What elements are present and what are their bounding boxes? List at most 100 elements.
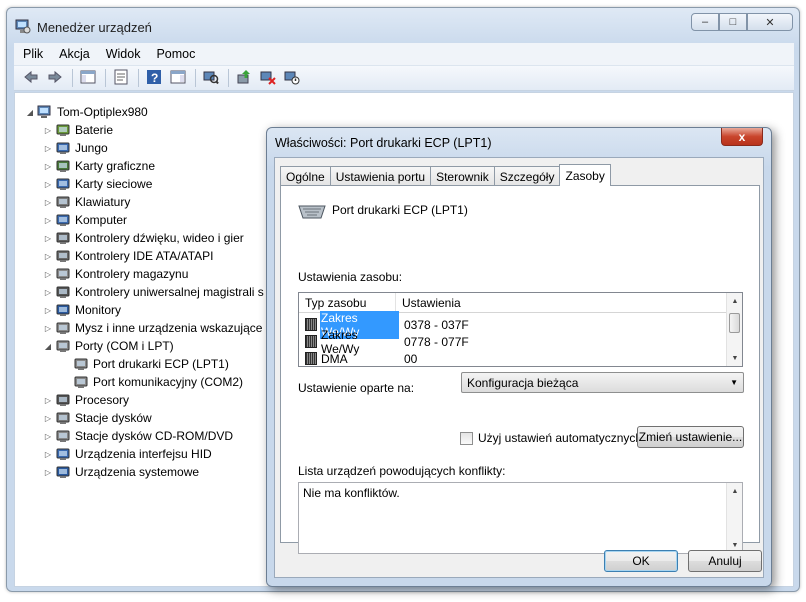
disk-drive-icon — [55, 410, 71, 426]
update-driver-button[interactable] — [233, 68, 255, 88]
menu-pomoc[interactable]: Pomoc — [147, 47, 202, 61]
expand-arrow-icon[interactable]: ▷ — [43, 162, 53, 171]
tab-sterownik[interactable]: Sterownik — [430, 166, 495, 186]
tree-item[interactable]: ▷ Urządzenia systemowe — [43, 463, 199, 481]
tree-item[interactable]: ▷ Stacje dysków — [43, 409, 152, 427]
close-button[interactable]: ✕ — [747, 13, 793, 31]
tree-root[interactable]: ◢ Tom-Optiplex980 — [25, 103, 148, 121]
console-tree-button[interactable] — [77, 68, 99, 88]
toolbar-separator — [228, 69, 229, 87]
minimize-icon: – — [701, 16, 709, 28]
expand-arrow-icon[interactable]: ▷ — [43, 198, 53, 207]
tree-item-label: Monitory — [75, 303, 122, 317]
change-setting-button[interactable]: Zmień ustawienie... — [637, 426, 744, 448]
auto-settings-checkbox[interactable] — [460, 432, 473, 445]
menu-widok[interactable]: Widok — [97, 47, 148, 61]
collapse-arrow-icon[interactable]: ◢ — [25, 108, 35, 117]
scan-hardware-icon — [203, 69, 219, 88]
tree-item[interactable]: ▷ Jungo — [43, 139, 108, 157]
tree-item[interactable]: ▷ Kontrolery uniwersalnej magistrali s — [43, 283, 264, 301]
menu-bar: Plik Akcja Widok Pomoc — [14, 43, 794, 65]
expand-arrow-icon[interactable]: ▷ — [43, 270, 53, 279]
maximize-button[interactable]: □ — [719, 13, 747, 31]
update-driver-icon — [236, 69, 252, 88]
tree-item-label: Kontrolery dźwięku, wideo i gier — [75, 231, 244, 245]
cancel-button[interactable]: Anuluj — [688, 550, 762, 572]
help-button[interactable]: ? — [143, 68, 165, 88]
tree-item[interactable]: ▷ Kontrolery dźwięku, wideo i gier — [43, 229, 244, 247]
menu-plik[interactable]: Plik — [14, 47, 50, 61]
console-tree-icon — [80, 69, 96, 88]
dialog-close-button[interactable]: x — [721, 128, 763, 146]
scroll-down-icon[interactable]: ▼ — [727, 350, 743, 366]
conflict-scrollbar[interactable]: ▲ ▼ — [726, 483, 742, 553]
expand-arrow-icon[interactable]: ▷ — [43, 432, 53, 441]
properties-button[interactable] — [110, 68, 132, 88]
based-on-select[interactable]: Konfiguracja bieżąca ▼ — [461, 372, 744, 393]
expand-arrow-icon[interactable]: ▷ — [43, 288, 53, 297]
expand-arrow-icon[interactable]: ▷ — [43, 450, 53, 459]
disable-icon — [284, 69, 300, 88]
resource-row[interactable]: DMA 00 — [299, 350, 417, 367]
tree-item[interactable]: ▷ Monitory — [43, 301, 121, 319]
expand-arrow-icon[interactable]: ▷ — [43, 414, 53, 423]
tree-item-label: Stacje dysków CD-ROM/DVD — [75, 429, 234, 443]
scroll-up-icon[interactable]: ▲ — [727, 293, 743, 309]
tree-item[interactable]: ▷ Stacje dysków CD-ROM/DVD — [43, 427, 233, 445]
tree-item[interactable]: ▷ Karty graficzne — [43, 157, 155, 175]
expand-arrow-icon[interactable]: ▷ — [43, 180, 53, 189]
column-header-settings[interactable]: Ustawienia — [396, 293, 729, 313]
tree-item[interactable]: ▷ Kontrolery magazynu — [43, 265, 188, 283]
auto-settings-label: Użyj ustawień automatycznych — [478, 431, 643, 445]
expand-arrow-icon[interactable]: ▷ — [43, 126, 53, 135]
tree-root-label: Tom-Optiplex980 — [57, 105, 148, 119]
expand-arrow-icon[interactable]: ▷ — [43, 324, 53, 333]
tree-item[interactable]: ▷ Kontrolery IDE ATA/ATAPI — [43, 247, 214, 265]
tree-item[interactable]: ▷ Mysz i inne urządzenia wskazujące — [43, 319, 263, 337]
expand-arrow-icon[interactable]: ▷ — [43, 234, 53, 243]
tree-item[interactable]: ▷ Karty sieciowe — [43, 175, 152, 193]
back-button[interactable] — [20, 68, 42, 88]
expand-arrow-icon[interactable]: ▷ — [43, 468, 53, 477]
uninstall-button[interactable] — [257, 68, 279, 88]
tree-item[interactable]: ▷ Procesory — [43, 391, 129, 409]
tree-item[interactable]: ▷ Urządzenia interfejsu HID — [43, 445, 212, 463]
expand-arrow-icon[interactable]: ▷ — [43, 252, 53, 261]
expand-arrow-icon[interactable]: ▷ — [43, 306, 53, 315]
resource-list[interactable]: Typ zasobu Ustawienia Zakres We/Wy 0378 … — [298, 292, 743, 367]
scroll-up-icon[interactable]: ▲ — [727, 483, 743, 499]
tab-zasoby[interactable]: Zasoby — [559, 164, 611, 186]
usb-icon — [55, 284, 71, 300]
tab-ogolne[interactable]: Ogólne — [280, 166, 331, 186]
tree-item[interactable]: ▷ Baterie — [43, 121, 113, 139]
minimize-button[interactable]: – — [691, 13, 719, 31]
tab-ustawienia-portu[interactable]: Ustawienia portu — [329, 166, 432, 186]
resource-list-scrollbar[interactable]: ▲ ▼ — [726, 293, 742, 366]
expand-arrow-icon[interactable]: ▷ — [43, 216, 53, 225]
scroll-thumb[interactable] — [729, 313, 740, 333]
ok-button[interactable]: OK — [604, 550, 678, 572]
window-title: Menedżer urządzeń — [37, 20, 152, 35]
tree-item[interactable]: Port drukarki ECP (LPT1) — [61, 355, 229, 373]
network-adapter-icon — [55, 176, 71, 192]
disable-button[interactable] — [281, 68, 303, 88]
expand-arrow-icon[interactable]: ▷ — [43, 144, 53, 153]
usb-device-icon — [55, 140, 71, 156]
title-bar[interactable]: Menedżer urządzeń – □ ✕ — [7, 8, 799, 42]
scan-hardware-button[interactable] — [200, 68, 222, 88]
processor-icon — [55, 392, 71, 408]
tree-item[interactable]: ▷ Komputer — [43, 211, 127, 229]
menu-akcja[interactable]: Akcja — [50, 47, 97, 61]
tree-item[interactable]: ◢ Porty (COM i LPT) — [43, 337, 174, 355]
resource-row[interactable]: Zakres We/Wy 0778 - 077F — [299, 328, 469, 356]
storage-controller-icon — [55, 266, 71, 282]
tree-item[interactable]: Port komunikacyjny (COM2) — [61, 373, 243, 391]
expand-arrow-icon[interactable]: ▷ — [43, 396, 53, 405]
conflict-list[interactable]: Nie ma konfliktów. ▲ ▼ — [298, 482, 743, 554]
collapse-arrow-icon[interactable]: ◢ — [43, 342, 53, 351]
tab-szczegoly[interactable]: Szczegóły — [493, 166, 561, 186]
tree-item[interactable]: ▷ Klawiatury — [43, 193, 130, 211]
action-pane-button[interactable] — [167, 68, 189, 88]
forward-button[interactable] — [44, 68, 66, 88]
resource-type: DMA — [321, 351, 348, 366]
